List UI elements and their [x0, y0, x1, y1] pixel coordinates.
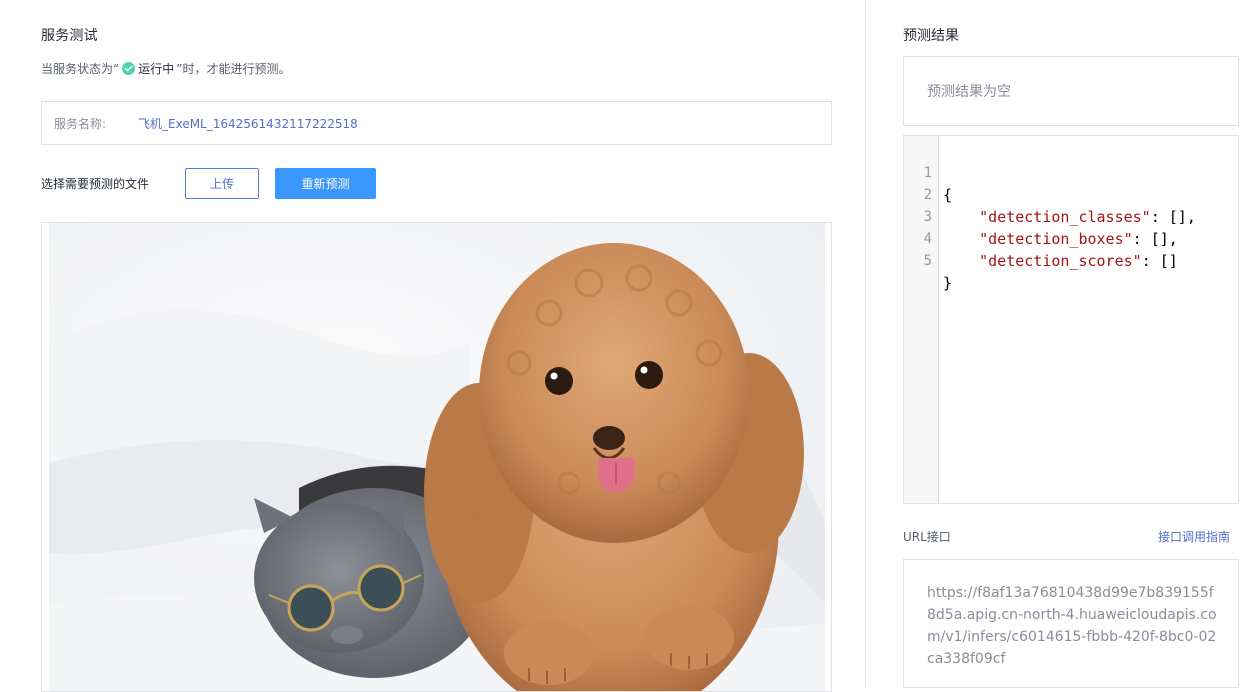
- api-guide-link[interactable]: 接口调用指南: [1158, 528, 1230, 545]
- url-interface-box[interactable]: https://f8af13a76810438d99e7b839155f8d5a…: [903, 559, 1239, 688]
- prediction-result-title: 预测结果: [903, 28, 959, 44]
- code-line: 5 }: [904, 228, 952, 292]
- upload-button[interactable]: 上传: [185, 168, 259, 199]
- check-circle-icon: [122, 62, 136, 75]
- json-value: : [],: [1150, 208, 1196, 226]
- status-hint: 当服务状态为“ 运行中 ”时，才能进行预测。: [41, 60, 290, 77]
- service-name-label: 服务名称:: [54, 116, 107, 131]
- json-entry: "detection_classes": [],: [943, 206, 1196, 228]
- json-key: "detection_classes": [979, 208, 1151, 226]
- code-line: 3 "detection_boxes": [],: [904, 184, 1178, 248]
- json-value: : [],: [1132, 230, 1178, 248]
- status-running-text: 运行中: [138, 62, 175, 76]
- service-test-panel: 服务测试 当服务状态为“ 运行中 ”时，才能进行预测。 服务名称: 飞机_Exe…: [0, 0, 866, 692]
- service-test-title: 服务测试: [41, 28, 98, 44]
- code-line: 4 "detection_scores": []: [904, 206, 1178, 270]
- preview-image-frame: [41, 222, 832, 692]
- json-key: "detection_boxes": [979, 230, 1133, 248]
- select-file-label: 选择需要预测的文件: [41, 177, 150, 191]
- json-open-brace: {: [943, 186, 953, 204]
- url-interface-label: URL接口: [903, 530, 951, 544]
- prediction-result-box: 预测结果为空: [903, 56, 1239, 126]
- repredict-button[interactable]: 重新预测: [275, 168, 376, 199]
- status-hint-prefix: 当服务状态为“: [41, 62, 120, 76]
- json-result-editor[interactable]: 1 { 2 "detection_classes": [], 3 "detect…: [903, 135, 1239, 504]
- code-line: 2 "detection_classes": [],: [904, 162, 1196, 226]
- json-entry: "detection_boxes": [],: [943, 228, 1178, 250]
- json-close-brace: }: [943, 274, 953, 292]
- service-name-box: 服务名称: 飞机_ExeML_1642561432117222518: [41, 101, 832, 145]
- status-hint-suffix: ”时，才能进行预测。: [176, 62, 291, 76]
- json-entry: "detection_scores": []: [943, 250, 1178, 272]
- preview-image: [49, 223, 825, 691]
- line-number: 5: [923, 253, 932, 269]
- service-name-value: 飞机_ExeML_1642561432117222518: [138, 116, 358, 131]
- json-value: : []: [1141, 252, 1178, 270]
- json-key: "detection_scores": [979, 252, 1142, 270]
- code-line: 1 {: [904, 140, 952, 204]
